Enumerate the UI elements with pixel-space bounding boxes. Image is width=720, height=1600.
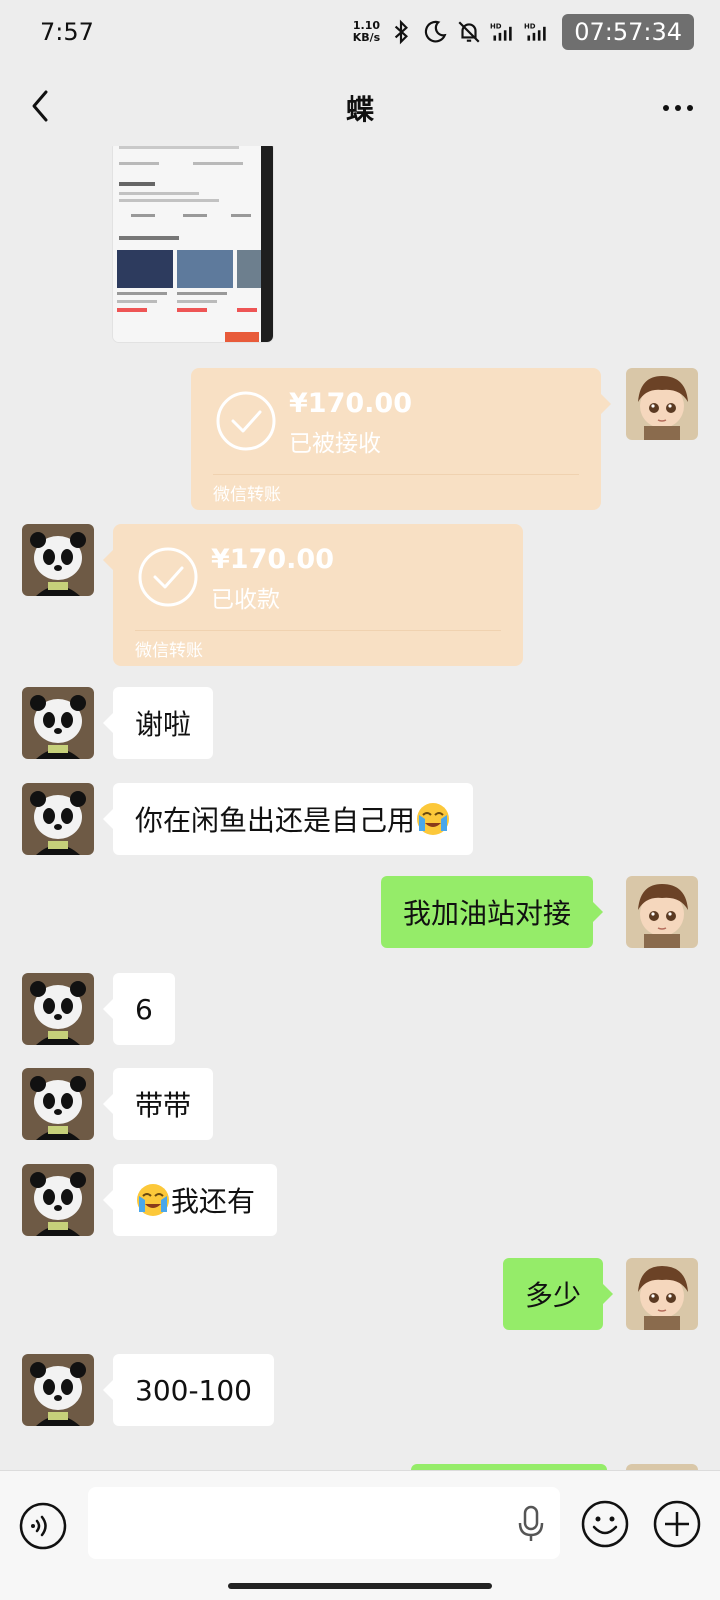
panda-avatar bbox=[22, 783, 94, 855]
message-bubble-self[interactable]: 我加油站对接 bbox=[381, 876, 604, 948]
crying-face-emoji bbox=[417, 803, 450, 835]
shared-image-message[interactable] bbox=[113, 146, 273, 342]
screenshot-thumbnail bbox=[113, 146, 273, 342]
moon-icon bbox=[425, 20, 447, 43]
avatar-contact[interactable] bbox=[22, 973, 94, 1045]
chat-title: 蝶 bbox=[345, 93, 374, 126]
message-text: 你在闲鱼出还是自己用 bbox=[135, 804, 416, 837]
message-bubble-self[interactable]: 多少 bbox=[503, 1258, 614, 1330]
svg-text:HD: HD bbox=[490, 23, 502, 31]
message-bubble[interactable]: 6 bbox=[103, 973, 175, 1045]
nav-bar: 蝶 bbox=[0, 66, 720, 146]
more-dots-icon[interactable] bbox=[658, 88, 698, 128]
svg-text:HD: HD bbox=[524, 23, 536, 31]
avatar-contact[interactable] bbox=[22, 524, 94, 596]
voice-mode-icon[interactable] bbox=[18, 1501, 68, 1551]
anime-boy-avatar bbox=[626, 876, 698, 948]
panda-avatar bbox=[22, 1164, 94, 1236]
divider bbox=[213, 474, 579, 475]
message-text: 我还有 bbox=[171, 1185, 256, 1218]
home-indicator[interactable] bbox=[228, 1583, 492, 1589]
message-bubble[interactable]: 300-100 bbox=[103, 1354, 274, 1426]
status-time: 7:57 bbox=[40, 18, 94, 46]
bluetooth-icon bbox=[395, 19, 409, 45]
transfer-amount: ¥170.00 bbox=[289, 388, 412, 419]
status-bar: 7:57 1.10 KB/s HD HD 07:57:34 bbox=[0, 0, 720, 66]
avatar-contact[interactable] bbox=[22, 783, 94, 855]
check-circle-icon bbox=[216, 391, 276, 451]
message-bubble[interactable]: 谢啦 bbox=[102, 687, 214, 759]
bell-off-icon bbox=[458, 21, 480, 43]
transfer-label: 微信转账 bbox=[135, 641, 203, 661]
anime-boy-avatar bbox=[626, 368, 698, 440]
avatar-contact[interactable] bbox=[22, 687, 94, 759]
avatar-self[interactable] bbox=[626, 876, 698, 948]
panda-avatar bbox=[22, 524, 94, 596]
message-bubble[interactable]: 我还有 bbox=[102, 1164, 278, 1236]
input-bar bbox=[0, 1470, 720, 1600]
hd-signal-icon: HD bbox=[490, 23, 512, 41]
message-text: 我加油站对接 bbox=[403, 897, 572, 930]
message-text: 6 bbox=[135, 992, 153, 1026]
crying-face-emoji bbox=[137, 1184, 169, 1216]
panda-avatar bbox=[22, 973, 94, 1045]
message-bubble[interactable]: 带带 bbox=[102, 1068, 214, 1140]
transfer-status: 已被接收 bbox=[289, 431, 381, 457]
avatar-contact[interactable] bbox=[22, 1354, 94, 1426]
message-input[interactable] bbox=[88, 1487, 560, 1559]
panda-avatar bbox=[22, 1354, 94, 1426]
avatar-self[interactable] bbox=[626, 368, 698, 440]
transfer-label: 微信转账 bbox=[213, 485, 281, 505]
avatar-contact[interactable] bbox=[22, 1164, 94, 1236]
message-text: 300-100 bbox=[135, 1373, 252, 1407]
panda-avatar bbox=[22, 687, 94, 759]
check-circle-icon bbox=[138, 547, 198, 607]
anime-boy-avatar bbox=[626, 1258, 698, 1330]
plus-circle-icon[interactable] bbox=[652, 1499, 702, 1549]
status-icons: 1.10 KB/s HD HD 07:57:34 bbox=[353, 12, 694, 52]
hd-signal-icon: HD bbox=[524, 23, 546, 41]
net-speed-unit: KB/s bbox=[352, 31, 381, 44]
message-text: 多少 bbox=[525, 1279, 582, 1312]
transfer-status: 已收款 bbox=[211, 587, 280, 613]
net-speed: 1.10 KB/s bbox=[353, 20, 380, 44]
transfer-card-received[interactable]: ¥170.00 已收款 微信转账 bbox=[103, 524, 523, 666]
chat-message-list[interactable]: ¥170.00 已被接收 微信转账 ¥170.00 已收款 微信转账 谢啦 你在… bbox=[0, 146, 720, 1470]
message-text: 带带 bbox=[135, 1089, 192, 1122]
divider bbox=[135, 630, 501, 631]
panda-avatar bbox=[22, 1068, 94, 1140]
transfer-amount: ¥170.00 bbox=[211, 544, 334, 575]
transfer-card-sent[interactable]: ¥170.00 已被接收 微信转账 bbox=[191, 368, 611, 510]
overlay-clock: 07:57:34 bbox=[562, 14, 694, 50]
avatar-contact[interactable] bbox=[22, 1068, 94, 1140]
emoji-icon[interactable] bbox=[580, 1499, 630, 1549]
message-bubble[interactable]: 你在闲鱼出还是自己用 bbox=[102, 783, 474, 855]
message-text: 谢啦 bbox=[135, 708, 192, 741]
microphone-icon[interactable] bbox=[516, 1505, 546, 1543]
avatar-self[interactable] bbox=[626, 1258, 698, 1330]
